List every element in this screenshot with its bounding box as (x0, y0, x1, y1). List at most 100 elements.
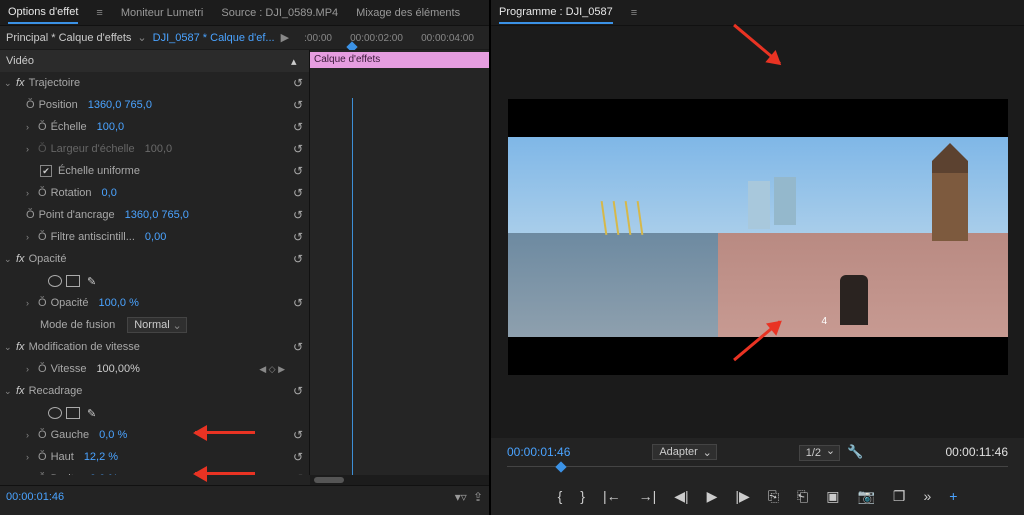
breadcrumb-master[interactable]: Principal * Calque d'effets (6, 32, 131, 44)
stopwatch-icon[interactable]: Ŏ (38, 231, 47, 243)
row-crop-gauche[interactable]: ›Ŏ Gauche 0,0 % ↺ (0, 424, 309, 446)
panel-menu-icon[interactable]: ≡ (96, 7, 102, 19)
lift-button[interactable]: ⎘ (768, 488, 779, 505)
stopwatch-icon[interactable]: Ŏ (38, 121, 47, 133)
effect-properties: Vidéo ▴ ⌄fx Trajectoire ↺ Ŏ Position 136… (0, 50, 489, 515)
keyframe-nav[interactable]: ◀ ◇ ▶ (259, 364, 285, 375)
step-back-button[interactable]: ◀| (674, 488, 688, 505)
stopwatch-icon[interactable]: Ŏ (26, 99, 35, 111)
transport-bar: { } |← →| ◀| ▶ |▶ ⎘ ⎗ ▣ 📷 ❐ » + (507, 488, 1008, 505)
reset-icon[interactable]: ↺ (293, 164, 303, 178)
stopwatch-icon[interactable]: Ŏ (26, 209, 35, 221)
fx-speed-row[interactable]: ⌄fx Modification de vitesse ↺ (0, 336, 309, 358)
add-button[interactable]: + (949, 488, 957, 505)
stopwatch-icon[interactable]: Ŏ (38, 473, 47, 475)
row-antiflicker[interactable]: ›Ŏ Filtre antiscintill... 0,00 ↺ (0, 226, 309, 248)
clip-span[interactable]: Calque d'effets (310, 52, 489, 68)
row-anchor[interactable]: Ŏ Point d'ancrage 1360,0 765,0 ↺ (0, 204, 309, 226)
mask-pen-icon[interactable]: ✎ (87, 407, 96, 420)
row-vitesse[interactable]: ›Ŏ Vitesse 100,00% ◀ ◇ ▶ (0, 358, 309, 380)
scroll-thumb[interactable] (314, 477, 344, 483)
timecode-right[interactable]: 00:00:11:46 (945, 445, 1008, 459)
stopwatch-icon[interactable]: Ŏ (38, 429, 47, 441)
mark-in-button[interactable]: { (558, 488, 563, 505)
keyframe-track-area[interactable]: Calque d'effets (310, 50, 489, 475)
export-frame-button[interactable]: ▣ (826, 488, 839, 505)
reset-icon[interactable]: ↺ (293, 120, 303, 134)
fit-dropdown[interactable]: Adapter (652, 444, 717, 460)
program-monitor-panel: Programme : DJI_0587 ≡ 00:00:01:46 Adapt… (490, 0, 1024, 515)
snapshot-button[interactable]: 📷 (857, 488, 874, 505)
annotation-arrow (195, 472, 255, 475)
step-forward-button[interactable]: |▶ (735, 488, 749, 505)
reset-icon[interactable]: ↺ (293, 340, 303, 354)
more-button[interactable]: » (923, 488, 931, 505)
h-scrollbar[interactable] (310, 475, 489, 485)
program-scrubber[interactable] (507, 466, 1008, 484)
reset-icon[interactable]: ↺ (293, 296, 303, 310)
reset-icon[interactable]: ↺ (293, 142, 303, 156)
row-position[interactable]: Ŏ Position 1360,0 765,0 ↺ (0, 94, 309, 116)
tab-program[interactable]: Programme : DJI_0587 (499, 2, 613, 24)
funnel-icon[interactable]: ▾▿ (455, 490, 467, 504)
stopwatch-icon[interactable]: Ŏ (38, 451, 47, 463)
tab-mixer[interactable]: Mixage des éléments (356, 3, 460, 23)
go-in-button[interactable]: |← (603, 488, 621, 505)
tab-lumetri[interactable]: Moniteur Lumetri (121, 3, 204, 23)
reset-icon[interactable]: ↺ (293, 186, 303, 200)
mask-ellipse-icon[interactable] (48, 275, 62, 287)
fx-recadrage-row[interactable]: ⌄fx Recadrage ↺ (0, 380, 309, 402)
go-out-button[interactable]: →| (639, 488, 657, 505)
wrench-icon[interactable]: 🔧 (847, 444, 863, 459)
play-segment-icon[interactable]: ▶ (281, 31, 289, 44)
stopwatch-icon[interactable]: Ŏ (38, 363, 47, 375)
reset-icon[interactable]: ↺ (293, 428, 303, 442)
extract-button[interactable]: ⎗ (797, 488, 808, 505)
reset-icon[interactable]: ↺ (293, 76, 303, 90)
reset-icon[interactable]: ↺ (293, 98, 303, 112)
reset-icon[interactable]: ↺ (293, 230, 303, 244)
stopwatch-icon[interactable]: Ŏ (38, 297, 47, 309)
export-icon[interactable]: ⇪ (473, 490, 483, 504)
mask-rect-icon[interactable] (66, 407, 80, 419)
blend-mode-dropdown[interactable]: Normal (127, 317, 186, 333)
play-button[interactable]: ▶ (707, 488, 718, 505)
row-blend-mode[interactable]: Mode de fusion Normal (0, 314, 309, 336)
stopwatch-icon: Ŏ (38, 143, 47, 155)
timecode-current[interactable]: 00:00:01:46 (6, 491, 64, 503)
stopwatch-icon[interactable]: Ŏ (38, 187, 47, 199)
reset-icon[interactable]: ↺ (293, 384, 303, 398)
row-rotation[interactable]: ›Ŏ Rotation 0,0 ↺ (0, 182, 309, 204)
tab-source[interactable]: Source : DJI_0589.MP4 (221, 3, 338, 23)
panel-menu-icon[interactable]: ≡ (631, 7, 637, 19)
mini-timeline[interactable]: :00:00 00:00:02:00 00:00:04:00 (295, 31, 483, 44)
row-opacity-value[interactable]: ›Ŏ Opacité 100,0 % ↺ (0, 292, 309, 314)
mask-pen-icon[interactable]: ✎ (87, 275, 96, 288)
row-crop-haut[interactable]: ›Ŏ Haut 12,2 % ↺ (0, 446, 309, 468)
mark-out-button[interactable]: } (580, 488, 585, 505)
video-header[interactable]: Vidéo ▴ (0, 50, 309, 72)
mask-ellipse-icon[interactable] (48, 407, 62, 419)
row-echelle-uniforme[interactable]: Échelle uniforme ↺ (0, 160, 309, 182)
tab-effect-options[interactable]: Options d'effet (8, 2, 78, 24)
timecode-left[interactable]: 00:00:01:46 (507, 445, 570, 459)
reset-icon[interactable]: ↺ (293, 208, 303, 222)
playhead-line[interactable] (352, 98, 353, 475)
breadcrumb-source[interactable]: DJI_0587 * Calque d'ef... (153, 32, 275, 44)
fx-opacite-row[interactable]: ⌄fx Opacité ↺ (0, 248, 309, 270)
program-monitor[interactable] (491, 26, 1024, 438)
resolution-dropdown[interactable]: 1/2 (799, 445, 840, 461)
tc-label: 00:00:04:00 (421, 33, 474, 44)
reset-icon[interactable]: ↺ (293, 252, 303, 266)
reset-icon[interactable]: ↺ (293, 450, 303, 464)
fx-trajectoire-row[interactable]: ⌄fx Trajectoire ↺ (0, 72, 309, 94)
comparison-button[interactable]: ❐ (893, 488, 906, 505)
mask-rect-icon[interactable] (66, 275, 80, 287)
row-crop-droite[interactable]: ›Ŏ Droite 0,0 % ↺ (0, 468, 309, 475)
checkbox-uniform[interactable] (40, 165, 52, 177)
program-playhead[interactable] (555, 461, 566, 472)
reset-icon[interactable]: ↺ (293, 472, 303, 475)
caret-up-icon[interactable]: ▴ (291, 55, 303, 68)
chevron-down-icon[interactable]: ⌄ (137, 31, 146, 44)
row-echelle[interactable]: ›Ŏ Échelle 100,0 ↺ (0, 116, 309, 138)
